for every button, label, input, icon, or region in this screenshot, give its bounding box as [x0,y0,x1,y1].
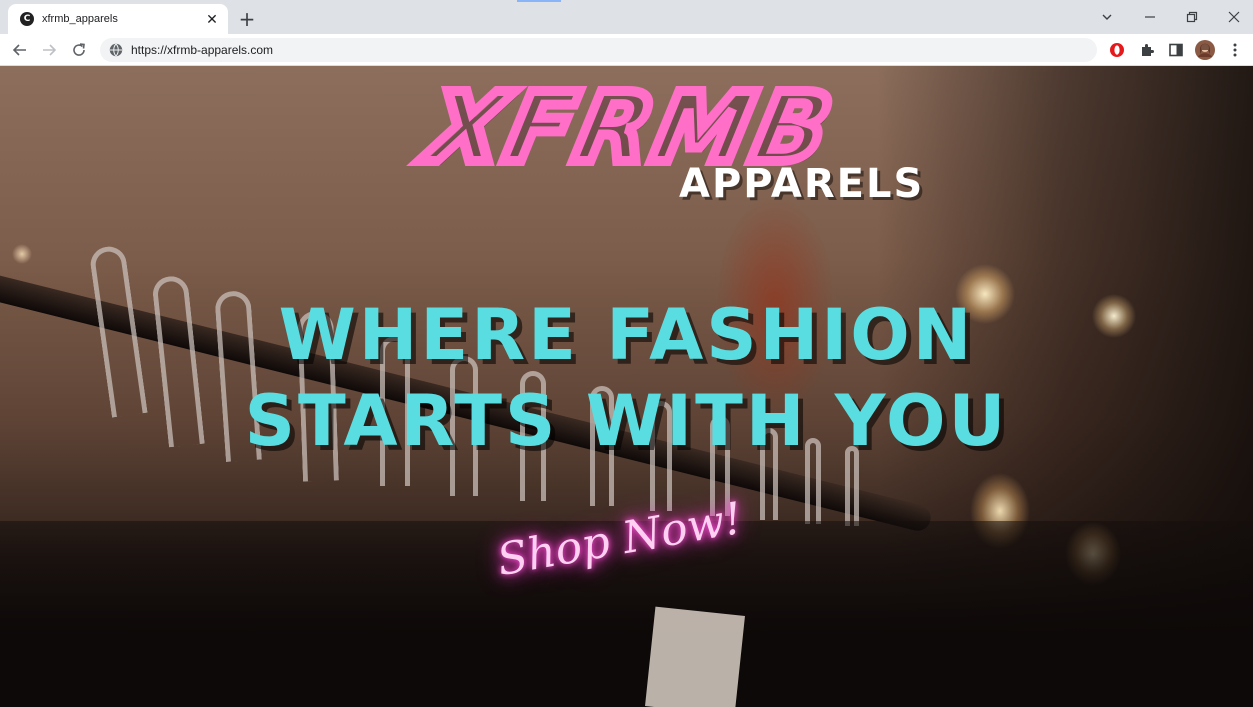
extensions-button[interactable] [1138,41,1156,59]
avatar-icon [1195,40,1215,60]
restore-button[interactable] [1181,6,1203,28]
profile-avatar[interactable] [1195,40,1215,60]
opera-extension-button[interactable] [1108,41,1126,59]
puzzle-icon [1142,44,1154,56]
close-icon [1228,11,1240,23]
headline-line-2: STARTS WITH YOU [244,380,1009,462]
hero-section: XFRMB XFRMB APPARELS WHERE FASHION START… [0,66,1253,707]
tab-title: xfrmb_apparels [42,13,118,25]
tab-close-icon[interactable]: ✕ [204,11,220,27]
back-button[interactable] [9,39,31,61]
restore-icon [1186,11,1198,23]
kebab-menu-icon [1233,43,1237,57]
brand-logo-subtitle: APPARELS [679,161,925,207]
new-tab-button[interactable]: + [236,7,258,31]
hero-headline: WHERE FASHION STARTS WITH YOU [0,292,1253,464]
site-favicon-icon: C [20,12,34,26]
browser-menu-button[interactable] [1226,41,1244,59]
globe-icon [109,43,123,57]
window-close-button[interactable] [1223,6,1245,28]
side-panel-button[interactable] [1167,41,1185,59]
reload-icon [73,43,85,56]
headline-line-1: WHERE FASHION [278,294,975,376]
reload-button[interactable] [68,39,90,61]
forward-arrow-icon [43,44,57,56]
minimize-button[interactable] [1139,6,1161,28]
browser-tab[interactable]: C xfrmb_apparels ✕ [8,4,228,34]
browser-toolbar: https://xfrmb-apparels.com [0,34,1253,66]
chevron-down-icon [1102,14,1112,20]
price-tag [645,606,745,707]
address-bar[interactable]: https://xfrmb-apparels.com [100,38,1097,62]
forward-button[interactable] [38,39,60,61]
side-panel-icon [1169,43,1183,57]
tab-search-button[interactable] [1096,6,1118,28]
tab-strip: C xfrmb_apparels ✕ + [0,0,1253,34]
tab-strip-accent [517,0,561,2]
back-arrow-icon [12,44,26,56]
opera-icon [1110,43,1124,57]
minimize-icon [1145,16,1155,18]
url-text: https://xfrmb-apparels.com [131,43,274,57]
